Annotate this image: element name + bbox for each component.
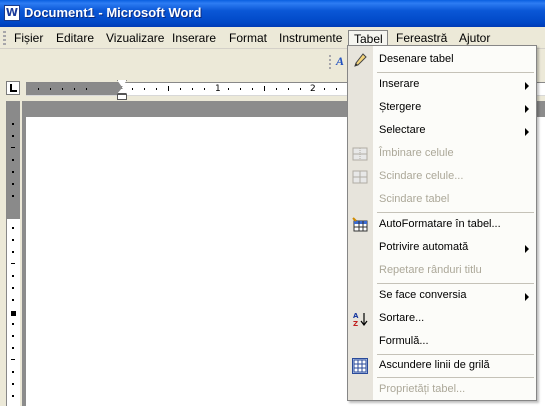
svg-text:Z: Z (353, 320, 358, 327)
menu-vizualizare[interactable]: Vizualizare (105, 30, 165, 48)
submenu-arrow-icon (525, 128, 529, 136)
vertical-ruler-ticks (11, 123, 16, 397)
menu-item-sortare[interactable]: A Z Sortare... (348, 308, 536, 330)
menu-separator (377, 283, 534, 284)
menu-item-label: Selectare (379, 124, 426, 136)
menu-editare[interactable]: Editare (55, 30, 95, 48)
menu-format[interactable]: Format (228, 30, 268, 48)
menu-item-formula[interactable]: Formulă... (348, 331, 536, 353)
menu-item-label: Ascundere linii de grilă (379, 359, 490, 371)
merge-cells-icon (352, 147, 368, 161)
sort-az-icon: A Z (353, 312, 368, 327)
split-cells-icon (352, 170, 368, 184)
menu-item-se-face-conversia[interactable]: Se face conversia (348, 285, 536, 307)
menu-item-repetare-randuri-titlu[interactable]: Repetare rânduri titlu (348, 260, 536, 282)
menu-item-label: Sortare... (379, 312, 425, 324)
font-style-icon[interactable]: A (336, 54, 344, 69)
menu-separator (377, 212, 534, 213)
table-menu-dropdown: Desenare tabel Inserare Ștergere Selecta… (347, 45, 537, 401)
menu-item-label: Scindare celule... (379, 170, 464, 182)
title-bar[interactable]: W Document1 - Microsoft Word (0, 0, 545, 27)
menu-item-label: Inserare (379, 78, 420, 90)
menu-instrumente[interactable]: Instrumente (278, 30, 343, 48)
menu-bar-grip[interactable] (3, 31, 6, 45)
tab-stop-selector-icon[interactable] (6, 81, 20, 95)
menu-item-desenare-tabel[interactable]: Desenare tabel (348, 49, 536, 71)
menu-item-label: Repetare rânduri titlu (379, 264, 482, 276)
menu-item-label: Potrivire automată (379, 241, 469, 253)
submenu-arrow-icon (525, 82, 529, 90)
vertical-ruler[interactable] (6, 101, 20, 406)
menu-item-label: Ștergere (379, 101, 422, 113)
menu-item-selectare[interactable]: Selectare (348, 120, 536, 142)
menu-item-autoformatare[interactable]: AutoFormatare în tabel... (348, 214, 536, 236)
toolbar-separator (329, 55, 331, 69)
submenu-arrow-icon (525, 105, 529, 113)
menu-item-potrivire-automata[interactable]: Potrivire automată (348, 237, 536, 259)
menu-item-scindare-celule[interactable]: Scindare celule... (348, 166, 536, 188)
menu-inserare[interactable]: Inserare (171, 30, 217, 48)
menu-separator (377, 72, 534, 73)
submenu-arrow-icon (525, 293, 529, 301)
menu-item-label: Scindare tabel (379, 193, 450, 205)
menu-item-ascundere-linii-grila[interactable]: Ascundere linii de grilă (348, 355, 536, 377)
menu-item-label: AutoFormatare în tabel... (379, 218, 501, 230)
app-icon-letter: W (5, 6, 19, 19)
svg-text:A: A (353, 312, 359, 320)
menu-item-scindare-tabel[interactable]: Scindare tabel (348, 189, 536, 211)
submenu-arrow-icon (525, 245, 529, 253)
menu-item-inserare[interactable]: Inserare (348, 74, 536, 96)
pencil-icon (354, 53, 367, 67)
menu-item-label: Se face conversia (379, 289, 467, 301)
menu-item-proprietati-tabel[interactable]: Proprietăți tabel... (348, 379, 536, 401)
window-title: Document1 - Microsoft Word (24, 5, 202, 20)
word-app-icon[interactable]: W (4, 5, 20, 21)
menu-item-stergere[interactable]: Ștergere (348, 97, 536, 119)
menu-item-label: Desenare tabel (379, 53, 454, 65)
table-autoformat-icon (352, 217, 368, 232)
menu-item-label: Formulă... (379, 335, 429, 347)
menu-fisier[interactable]: Fișier (13, 30, 44, 48)
menu-item-label: Îmbinare celule (379, 147, 454, 159)
menu-separator (377, 377, 534, 378)
word-window: W Document1 - Microsoft Word Fișier Edit… (0, 0, 545, 406)
gridlines-icon (352, 358, 368, 374)
menu-item-imbinare-celule[interactable]: Îmbinare celule (348, 143, 536, 165)
menu-item-label: Proprietăți tabel... (379, 383, 466, 395)
